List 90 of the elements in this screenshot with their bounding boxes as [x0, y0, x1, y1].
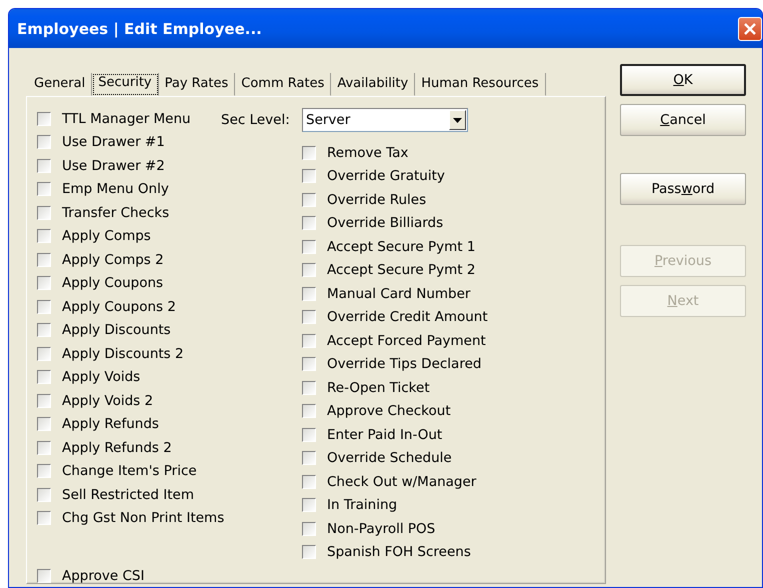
checkbox[interactable] — [37, 346, 51, 361]
checkbox[interactable] — [302, 240, 316, 254]
checkbox[interactable] — [37, 182, 51, 196]
checkbox-label: Apply Voids — [62, 369, 140, 386]
checkbox-label: Apply Refunds 2 — [62, 440, 172, 456]
dialog-button[interactable]: Password — [620, 173, 746, 205]
tab[interactable]: Availability — [331, 73, 416, 96]
checkbox-label: Approve Checkout — [327, 403, 451, 420]
tab[interactable]: Human Resources — [415, 73, 546, 96]
window-title: Employees | Edit Employee... — [17, 20, 262, 38]
checkbox[interactable] — [302, 474, 316, 489]
checkbox[interactable] — [37, 440, 51, 455]
checkbox-label: Accept Secure Pymt 2 — [327, 262, 476, 278]
checkbox[interactable] — [302, 286, 316, 301]
checkbox[interactable] — [37, 252, 51, 267]
checkbox-label: Apply Coupons 2 — [62, 298, 176, 315]
dialog-button[interactable]: OK — [620, 64, 746, 96]
checkbox[interactable] — [37, 370, 51, 384]
checkbox[interactable] — [37, 394, 51, 408]
checkbox-label: Sell Restricted Item — [62, 486, 194, 503]
checkbox-label: Override Gratuity — [327, 168, 445, 184]
tab[interactable]: Comm Rates — [235, 73, 332, 96]
checkbox[interactable] — [302, 263, 316, 278]
checkbox[interactable] — [37, 206, 51, 220]
checkbox[interactable] — [37, 488, 51, 502]
checkbox-label: Apply Comps 2 — [62, 252, 164, 268]
checkbox-label: Re-Open Ticket — [327, 380, 430, 396]
checkbox[interactable] — [37, 112, 51, 126]
checkbox[interactable] — [302, 357, 316, 372]
dialog-button[interactable]: Cancel — [620, 104, 746, 136]
checkbox[interactable] — [302, 451, 316, 466]
checkbox-label: TTL Manager Menu — [62, 110, 191, 127]
checkbox-label: Override Credit Amount — [327, 309, 488, 326]
checkbox[interactable] — [302, 146, 316, 160]
checkbox[interactable] — [302, 169, 316, 184]
tab[interactable]: Security — [92, 73, 159, 96]
checkbox-label: Use Drawer #1 — [62, 134, 165, 150]
tab[interactable]: Pay Rates — [158, 73, 236, 96]
checkbox[interactable] — [37, 568, 51, 583]
tab[interactable]: General — [28, 73, 92, 96]
dropdown-arrow-button[interactable] — [449, 110, 466, 130]
close-icon — [743, 22, 757, 36]
checkbox-label: Emp Menu Only — [62, 181, 169, 198]
checkbox-label: Chg Gst Non Print Items — [62, 510, 224, 526]
checkbox-label: Remove Tax — [327, 144, 408, 161]
checkbox-label: Non-Payroll POS — [327, 520, 436, 537]
checkbox[interactable] — [37, 511, 51, 526]
checkbox[interactable] — [302, 380, 316, 395]
checkbox-label: Approve CSI — [62, 568, 144, 584]
caret-icon — [453, 118, 462, 122]
checkbox-label: Check Out w/Manager — [327, 474, 476, 490]
checkbox[interactable] — [37, 135, 51, 150]
checkbox[interactable] — [37, 276, 51, 290]
checkbox-label: Transfer Checks — [62, 204, 170, 221]
checkbox[interactable] — [302, 498, 316, 512]
checkbox-label: Accept Forced Payment — [327, 332, 486, 349]
sec-level-dropdown[interactable]: Server — [302, 108, 468, 132]
checkbox-label: In Training — [327, 497, 398, 514]
checkbox[interactable] — [37, 417, 51, 432]
close-button[interactable] — [738, 16, 762, 40]
checkbox-label: Change Item's Price — [62, 463, 197, 480]
checkbox-label: Override Tips Declared — [327, 356, 482, 372]
checkbox-label: Apply Discounts — [62, 322, 171, 338]
checkbox-label: Spanish FOH Screens — [327, 544, 471, 560]
sec-level-label: Sec Level: — [221, 112, 291, 128]
checkbox[interactable] — [302, 216, 316, 230]
checkbox-label: Apply Refunds — [62, 416, 159, 432]
checkbox-label: Apply Comps — [62, 228, 151, 244]
checkbox-label: Accept Secure Pymt 1 — [327, 238, 476, 255]
checkbox-label: Override Schedule — [327, 450, 452, 466]
checkbox-label: Enter Paid In-Out — [327, 426, 442, 443]
checkbox-label: Use Drawer #2 — [62, 158, 165, 174]
checkbox[interactable] — [302, 192, 316, 207]
checkbox[interactable] — [302, 545, 316, 560]
checkbox-label: Override Billiards — [327, 215, 444, 232]
checkbox[interactable] — [302, 428, 316, 442]
checkbox-label: Manual Card Number — [327, 286, 470, 302]
checkbox-label: Override Rules — [327, 192, 426, 208]
checkbox-label: Apply Voids 2 — [62, 392, 154, 409]
checkbox[interactable] — [302, 522, 316, 536]
checkbox[interactable] — [37, 300, 51, 314]
checkbox-label: Apply Discounts 2 — [62, 346, 184, 362]
checkbox-label: Apply Coupons — [62, 275, 164, 292]
checkbox[interactable] — [37, 158, 51, 173]
checkbox[interactable] — [302, 310, 316, 324]
checkbox[interactable] — [37, 464, 51, 478]
checkbox[interactable] — [302, 334, 316, 348]
checkbox[interactable] — [302, 404, 316, 418]
checkbox[interactable] — [37, 229, 51, 244]
checkbox[interactable] — [37, 323, 51, 338]
